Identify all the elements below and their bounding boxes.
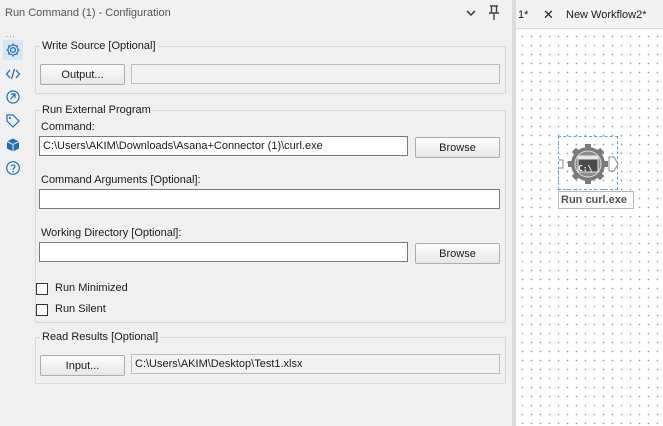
tab-new-workflow-2[interactable]: New Workflow2* — [566, 9, 647, 21]
run-command-tool[interactable]: C:\ — [558, 136, 619, 190]
run-silent-checkbox[interactable] — [36, 304, 48, 316]
working-directory-field[interactable] — [39, 242, 408, 262]
pin-icon[interactable] — [486, 4, 502, 22]
workflow-canvas[interactable] — [516, 30, 663, 426]
panel-title-bar: Run Command (1) - Configuration — [0, 0, 513, 28]
tab-workflow-1[interactable]: 1* — [518, 9, 528, 21]
tag-icon[interactable] — [3, 111, 23, 131]
command-field[interactable]: C:\Users\AKIM\Downloads\Asana+Connector … — [39, 136, 408, 156]
browse-working-directory-button[interactable]: Browse — [415, 243, 500, 264]
run-silent-label: Run Silent — [55, 303, 106, 315]
help-icon[interactable] — [3, 158, 23, 178]
output-button[interactable]: Output... — [40, 64, 125, 85]
tool-annotation-label[interactable]: Run curl.exe — [558, 191, 634, 209]
output-path-field[interactable] — [131, 64, 500, 84]
run-minimized-checkbox[interactable] — [36, 283, 48, 295]
working-directory-label: Working Directory [Optional]: — [41, 227, 182, 239]
input-path-field[interactable]: C:\Users\AKIM\Desktop\Test1.xlsx — [131, 354, 500, 374]
input-button[interactable]: Input... — [40, 355, 125, 376]
command-arguments-label: Command Arguments [Optional]: — [41, 174, 201, 186]
write-source-label: Write Source [Optional] — [40, 40, 158, 52]
command-label: Command: — [41, 121, 95, 133]
command-arguments-field[interactable] — [39, 189, 500, 209]
package-icon[interactable] — [3, 135, 23, 155]
run-external-program-label: Run External Program — [40, 104, 153, 116]
browse-command-button[interactable]: Browse — [415, 137, 500, 158]
chevron-down-icon[interactable] — [464, 6, 478, 20]
rotate-icon[interactable] — [3, 87, 23, 107]
close-icon[interactable]: ✕ — [543, 7, 554, 23]
panel-title: Run Command (1) - Configuration — [5, 7, 171, 19]
gear-icon[interactable] — [3, 40, 23, 60]
workflow-tab-bar: 1* ✕ New Workflow2* — [516, 0, 663, 29]
read-results-label: Read Results [Optional] — [40, 331, 161, 343]
tool-icon-text: C:\ — [578, 164, 593, 173]
icon-rail: ... — [0, 28, 26, 426]
code-icon[interactable] — [3, 64, 23, 84]
run-minimized-label: Run Minimized — [55, 282, 128, 294]
more-dots: ... — [6, 30, 16, 39]
